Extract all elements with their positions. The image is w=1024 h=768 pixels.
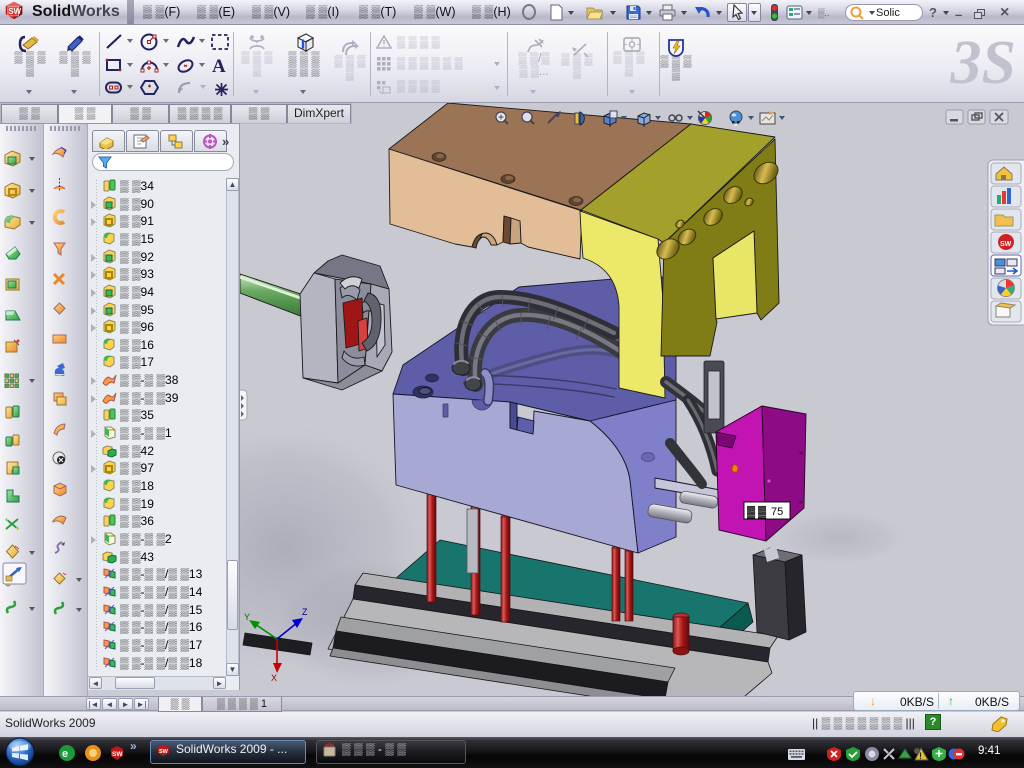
svg-text:e: e <box>62 748 68 760</box>
svg-text:▓▓: ▓▓ <box>747 505 769 519</box>
svg-text:X: X <box>271 673 277 683</box>
svg-text:SW: SW <box>159 749 169 755</box>
svg-text:Z: Z <box>302 607 308 617</box>
svg-text:Y: Y <box>244 612 250 622</box>
svg-text:SW: SW <box>112 751 123 758</box>
svg-text:A: A <box>212 56 226 75</box>
svg-text:SW: SW <box>8 7 21 16</box>
svg-text:75: 75 <box>771 506 783 518</box>
svg-text:SW: SW <box>1000 241 1012 248</box>
